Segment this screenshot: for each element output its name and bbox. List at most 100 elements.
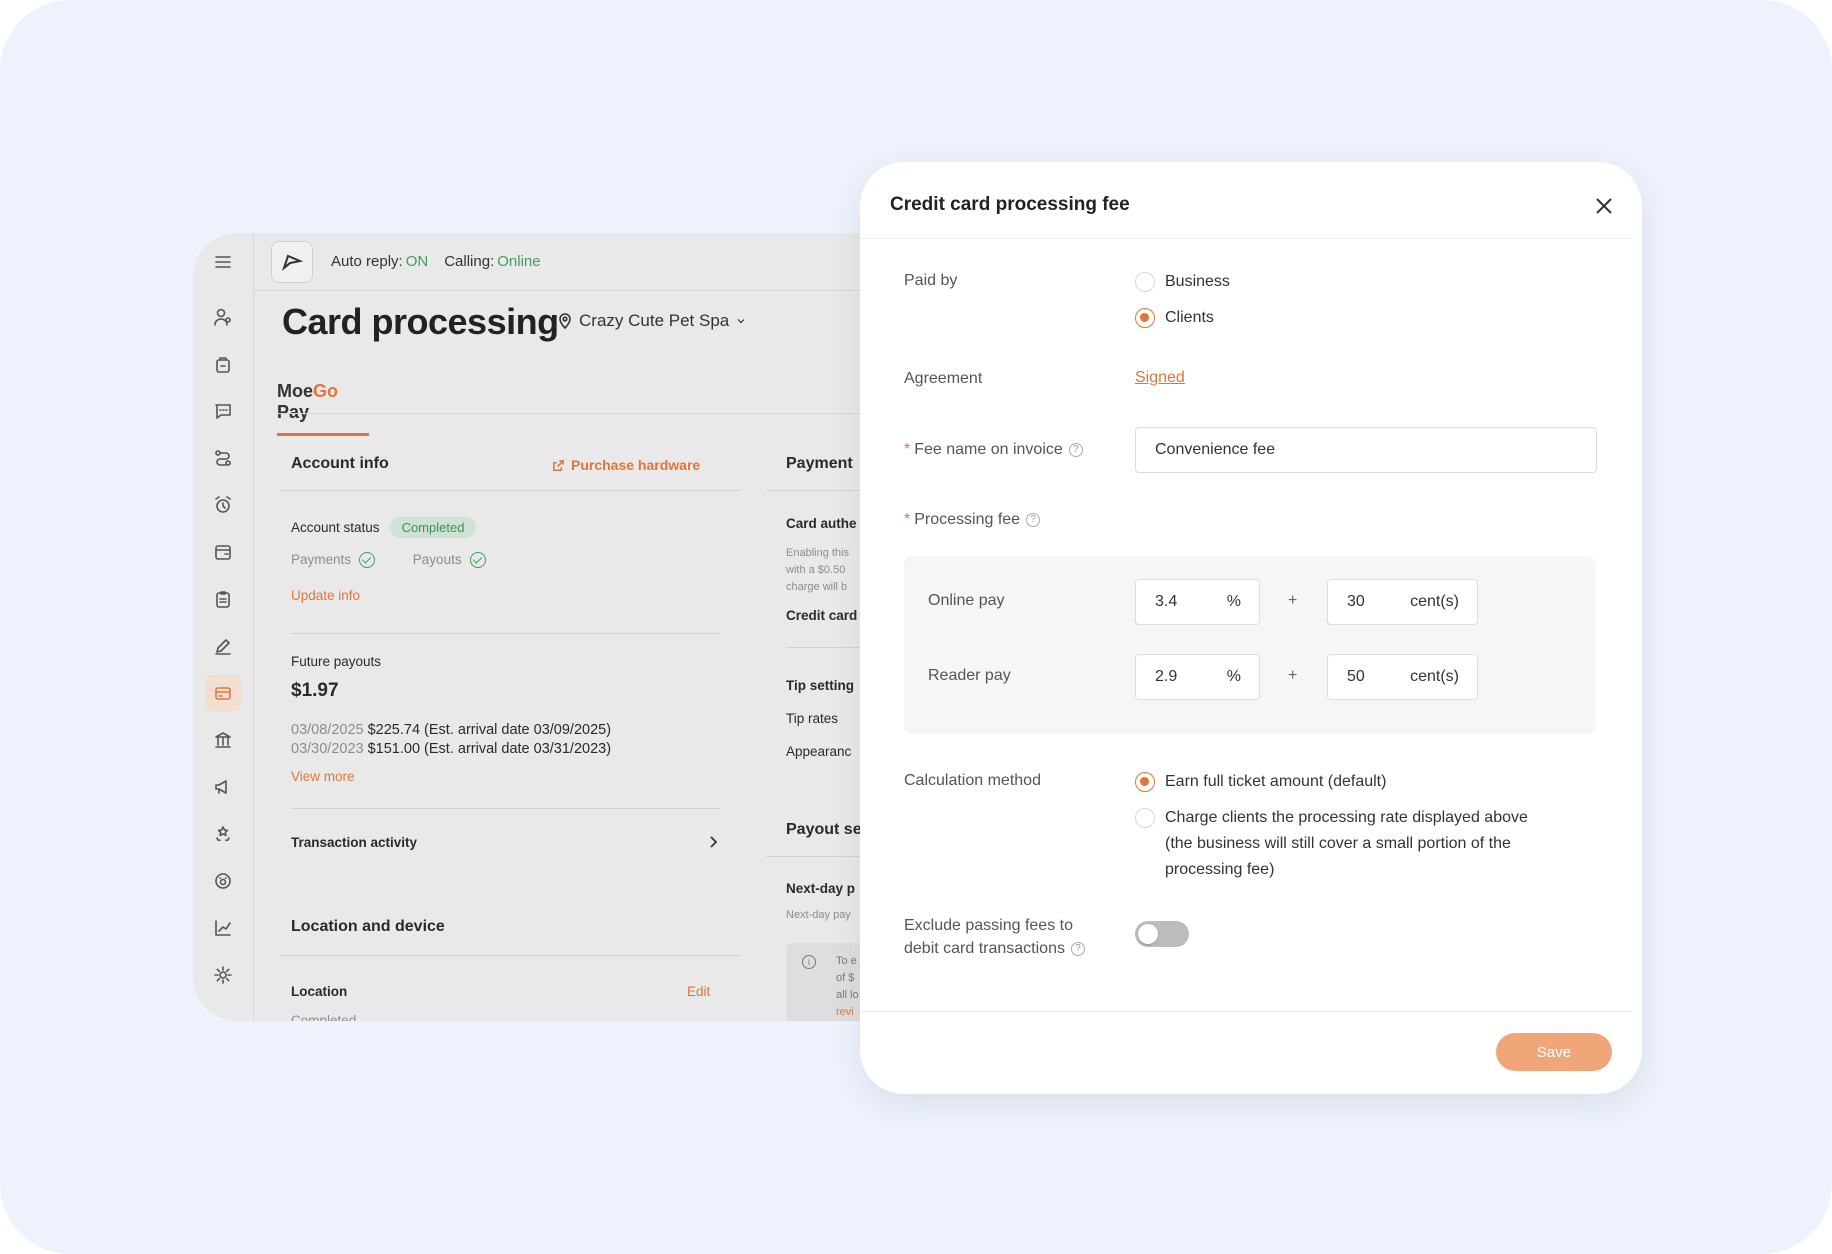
location-pin-icon bbox=[559, 313, 571, 329]
chevron-right-icon bbox=[710, 836, 718, 848]
business-name: Crazy Cute Pet Spa bbox=[579, 311, 730, 330]
help-icon[interactable]: ? bbox=[1068, 442, 1083, 457]
business-selector[interactable]: Crazy Cute Pet Spa bbox=[557, 311, 747, 331]
edit-location-link[interactable]: Edit bbox=[687, 984, 710, 999]
location-status: Completed bbox=[291, 1013, 357, 1021]
wallet-icon[interactable] bbox=[211, 540, 235, 564]
exclude-debit-label: Exclude passing fees to debit card trans… bbox=[904, 914, 1085, 960]
tip-setting-label[interactable]: Tip setting bbox=[786, 678, 854, 693]
update-info-link[interactable]: Update info bbox=[291, 588, 360, 603]
appearance-label[interactable]: Appearanc bbox=[786, 744, 851, 759]
divider bbox=[281, 955, 741, 956]
payout-row: 03/08/2025 $225.74 (Est. arrival date 03… bbox=[291, 722, 611, 738]
megaphone-icon[interactable] bbox=[211, 775, 235, 799]
calc-charge-clients-radio[interactable]: Charge clients the processing rate displ… bbox=[1135, 808, 1528, 883]
divider bbox=[291, 633, 721, 634]
radio-dot bbox=[1135, 308, 1155, 328]
bank-icon[interactable] bbox=[211, 728, 235, 752]
future-payouts-amount: $1.97 bbox=[291, 680, 339, 701]
menu-icon[interactable] bbox=[211, 250, 235, 274]
radio-dot bbox=[1135, 808, 1155, 828]
calc-full-ticket-radio[interactable]: Earn full ticket amount (default) bbox=[1135, 772, 1386, 792]
online-pay-label: Online pay bbox=[928, 592, 1005, 609]
desc-line: charge will b bbox=[786, 581, 848, 593]
modal-title: Credit card processing fee bbox=[890, 194, 1130, 215]
clipboard-icon[interactable] bbox=[211, 587, 235, 611]
online-pay-percent-input[interactable]: 3.4 % bbox=[1135, 579, 1260, 625]
calling-status[interactable]: Online bbox=[497, 253, 540, 270]
help-icon[interactable]: ? bbox=[1026, 512, 1041, 527]
clients-icon[interactable] bbox=[211, 305, 235, 329]
payout-row: 03/30/2023 $151.00 (Est. arrival date 03… bbox=[291, 741, 611, 757]
check-circle-icon bbox=[359, 552, 376, 569]
auto-reply-status[interactable]: ON bbox=[406, 253, 429, 270]
tip-rates-label[interactable]: Tip rates bbox=[786, 711, 838, 726]
help-icon[interactable]: ? bbox=[1070, 941, 1085, 956]
chevron-down-icon bbox=[737, 319, 745, 324]
processing-fee-panel: Online pay 3.4 % + 30 cent(s) Reader pay… bbox=[904, 556, 1596, 734]
plus-sign: + bbox=[1288, 592, 1298, 609]
exclude-label-line: Exclude passing fees to bbox=[904, 917, 1073, 934]
fee-name-label: * Fee name on invoice? bbox=[904, 441, 1083, 459]
purchase-hardware-link[interactable]: Purchase hardware bbox=[551, 457, 700, 473]
header-divider bbox=[860, 238, 1632, 239]
footer-divider bbox=[860, 1011, 1632, 1012]
pen-icon[interactable] bbox=[211, 634, 235, 658]
account-info-title: Account info bbox=[291, 455, 389, 472]
pet-badge-icon[interactable] bbox=[211, 869, 235, 893]
percent-value: 3.4 bbox=[1155, 593, 1178, 610]
alarm-icon[interactable] bbox=[211, 493, 235, 517]
cents-value: 30 bbox=[1347, 593, 1365, 610]
paid-by-label: Paid by bbox=[904, 272, 958, 289]
payout-date: 03/08/2025 bbox=[291, 722, 364, 738]
reader-pay-percent-input[interactable]: 2.9 % bbox=[1135, 654, 1260, 700]
close-icon[interactable] bbox=[1592, 194, 1616, 218]
next-day-label[interactable]: Next-day p bbox=[786, 881, 855, 896]
paid-by-business-radio[interactable]: Business bbox=[1135, 272, 1230, 292]
message-icon[interactable] bbox=[211, 399, 235, 423]
exclude-debit-toggle[interactable] bbox=[1135, 921, 1189, 947]
payment-title: Payment bbox=[786, 455, 853, 472]
calculation-method-label: Calculation method bbox=[904, 772, 1041, 789]
app-window: Auto reply: ON Calling: Online Card proc… bbox=[193, 233, 973, 1021]
credit-card-label[interactable]: Credit card bbox=[786, 608, 857, 623]
card-processing-icon[interactable] bbox=[205, 675, 241, 711]
account-status-label: Account status bbox=[291, 520, 380, 535]
reader-pay-cents-input[interactable]: 50 cent(s) bbox=[1327, 654, 1478, 700]
payouts-label: Payouts bbox=[412, 552, 462, 567]
status-badge: Completed bbox=[389, 517, 477, 538]
view-more-link[interactable]: View more bbox=[291, 769, 355, 784]
radio-label: Business bbox=[1165, 273, 1230, 290]
payments-label: Payments bbox=[291, 552, 352, 567]
canvas: Auto reply: ON Calling: Online Card proc… bbox=[0, 0, 1832, 1254]
agreement-signed-link[interactable]: Signed bbox=[1135, 369, 1185, 387]
tab-brand-go: Go bbox=[313, 381, 338, 401]
tab-moego-pay[interactable]: MoeGo Pay bbox=[277, 381, 369, 436]
notice-line: revi bbox=[836, 1006, 854, 1018]
card-auth-label[interactable]: Card authe bbox=[786, 516, 857, 531]
transaction-activity-row[interactable]: Transaction activity bbox=[291, 817, 721, 867]
tab-brand-prefix: Moe bbox=[277, 381, 313, 401]
online-pay-cents-input[interactable]: 30 cent(s) bbox=[1327, 579, 1478, 625]
paid-by-clients-radio[interactable]: Clients bbox=[1135, 308, 1214, 328]
desc-line: Enabling this bbox=[786, 547, 849, 559]
auto-reply-label: Auto reply: bbox=[331, 253, 403, 270]
company-logo-icon[interactable] bbox=[271, 240, 313, 283]
radio-dot bbox=[1135, 772, 1155, 792]
desc-line: with a $0.50 bbox=[786, 564, 846, 576]
check-circle-icon bbox=[469, 552, 486, 569]
notice-line: To e bbox=[836, 955, 857, 967]
fee-name-input[interactable]: Convenience fee bbox=[1135, 427, 1597, 473]
purchase-hardware-label: Purchase hardware bbox=[571, 457, 701, 473]
location-device-title: Location and device bbox=[291, 918, 445, 935]
gear-icon[interactable] bbox=[211, 963, 235, 987]
percent-unit: % bbox=[1226, 668, 1241, 685]
radio-label: Charge clients the processing rate displ… bbox=[1165, 805, 1528, 883]
save-button[interactable]: Save bbox=[1496, 1033, 1612, 1071]
next-day-desc: Next-day pay bbox=[786, 909, 851, 921]
stars-icon[interactable] bbox=[211, 822, 235, 846]
bag-icon[interactable] bbox=[211, 352, 235, 376]
processing-fee-modal: Credit card processing fee Paid by Busin… bbox=[860, 162, 1642, 1094]
chart-icon[interactable] bbox=[211, 916, 235, 940]
route-icon[interactable] bbox=[211, 446, 235, 470]
